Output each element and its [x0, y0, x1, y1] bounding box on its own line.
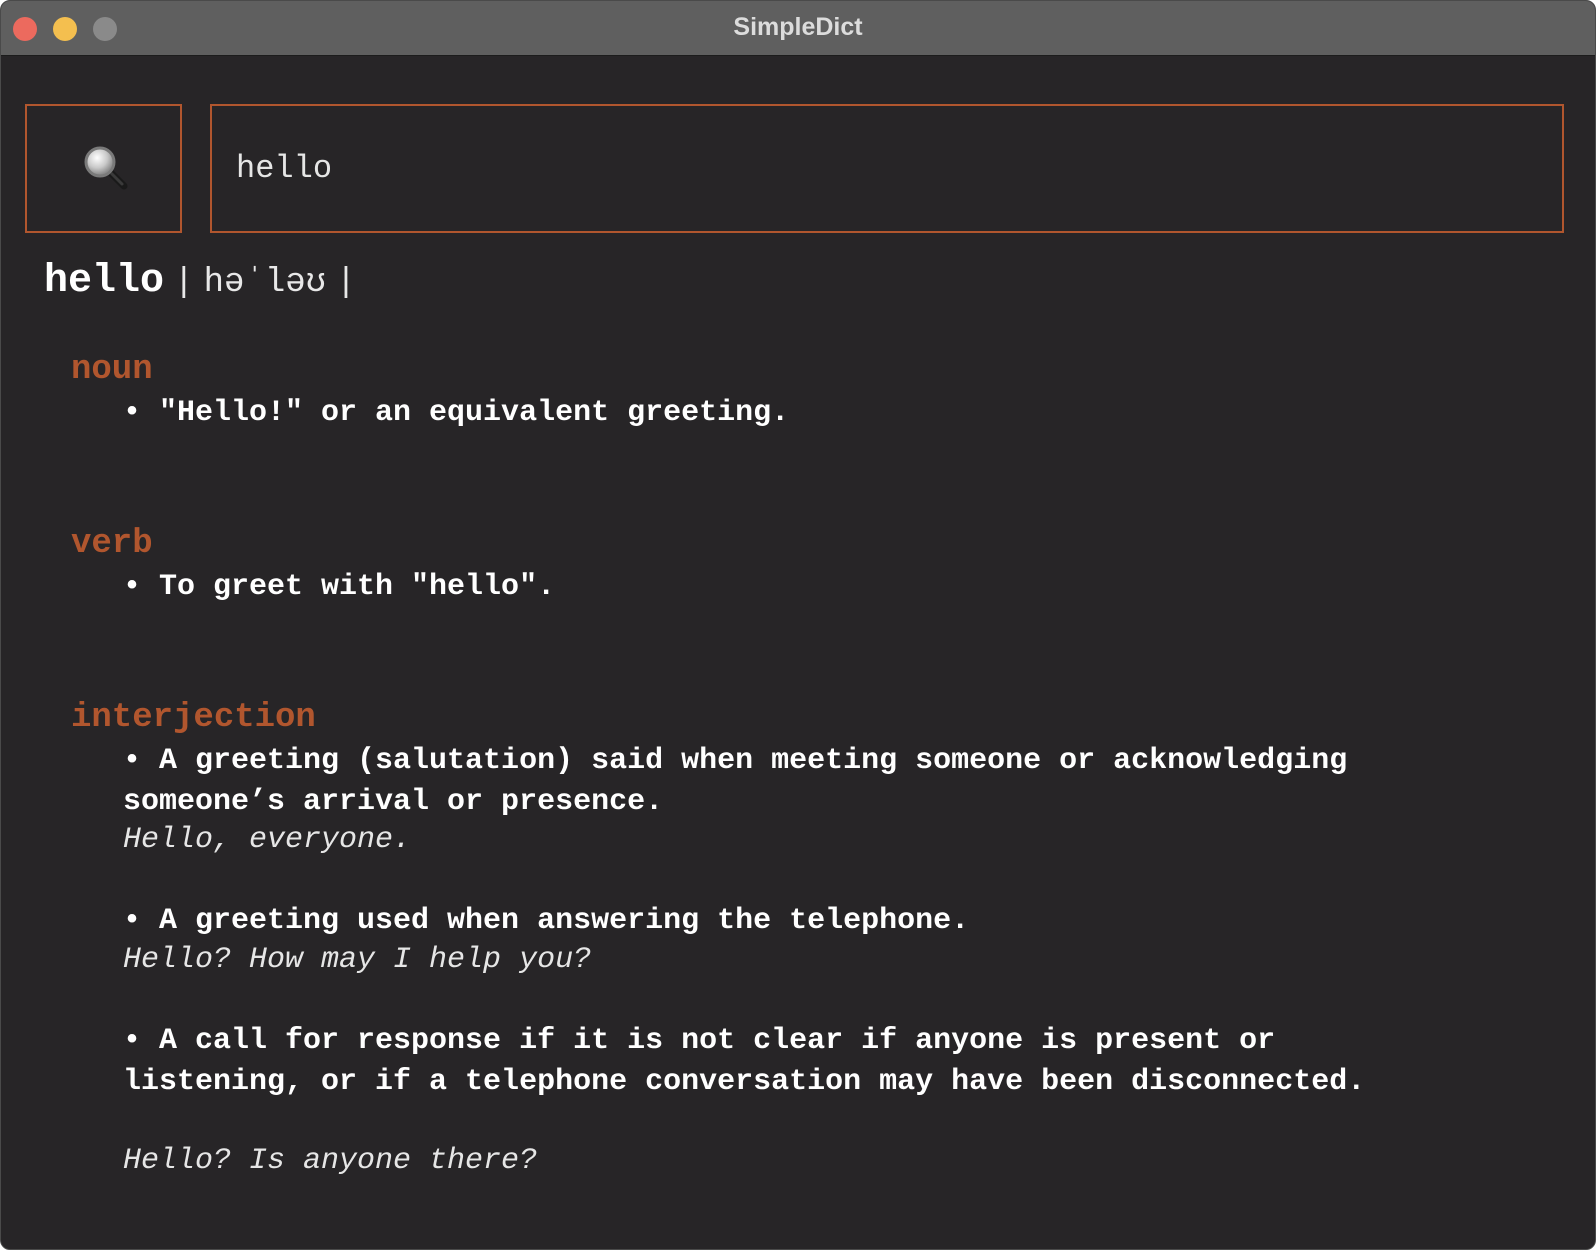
title-bar[interactable]: SimpleDict — [1, 1, 1595, 56]
pos-label-interjection: interjection — [71, 699, 316, 737]
window-title: SimpleDict — [733, 13, 863, 41]
pronunciation: həˈləʊ — [203, 264, 327, 302]
example-interjection-2: Hello? How may I help you? — [123, 943, 592, 977]
definition-interjection-3: • A call for response if it is not clear… — [123, 1024, 1366, 1099]
app-window: SimpleDict hello | həˈləʊ | noun • "Hell… — [0, 0, 1596, 1250]
magnifying-glass-icon — [84, 146, 128, 190]
search-input[interactable] — [210, 104, 1564, 233]
pronunciation-separator-left: | — [173, 264, 195, 302]
definition-noun-1: • "Hello!" or an equivalent greeting. — [123, 396, 790, 430]
pos-label-noun: noun — [71, 351, 153, 389]
definition-interjection-1: • A greeting (salutation) said when meet… — [123, 744, 1348, 819]
pronunciation-separator-right: | — [335, 264, 357, 302]
pos-label-verb: verb — [71, 525, 153, 563]
entry-headline: hello | həˈləʊ | — [44, 259, 356, 304]
headword: hello — [44, 259, 165, 304]
search-button[interactable] — [25, 104, 182, 233]
definition-interjection-2: • A greeting used when answering the tel… — [123, 904, 970, 938]
example-interjection-1: Hello, everyone. — [123, 823, 412, 857]
definition-verb-1: • To greet with "hello". — [123, 570, 556, 604]
example-interjection-3: Hello? Is anyone there? — [123, 1144, 538, 1178]
